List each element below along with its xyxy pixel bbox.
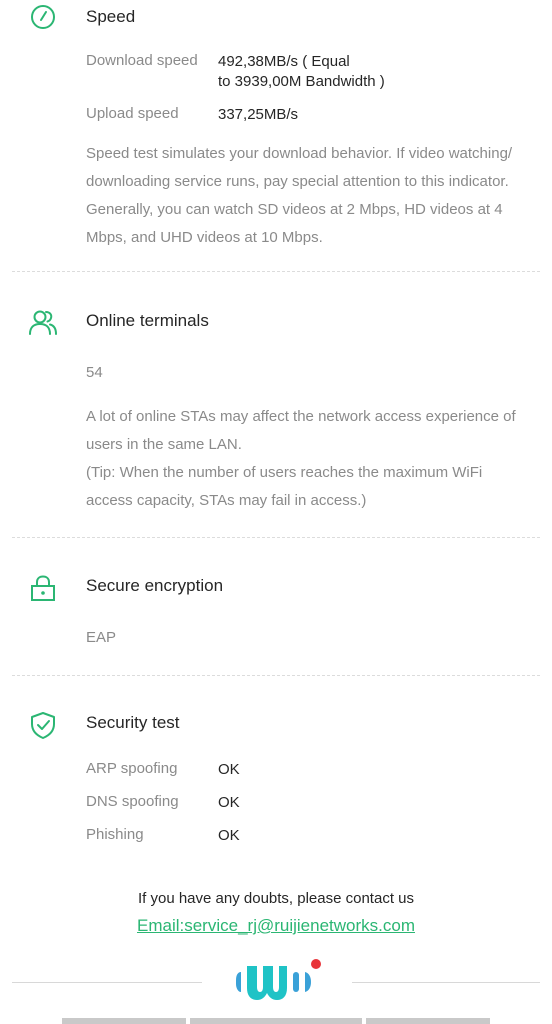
download-speed-value-line2: to 3939,00M Bandwidth )	[218, 73, 385, 90]
encryption-section-header: Secure encryption	[0, 569, 552, 609]
phishing-label: Phishing	[86, 826, 144, 843]
speed-section-header: Speed	[0, 0, 552, 40]
dns-spoofing-value: OK	[218, 794, 240, 811]
encryption-title: Secure encryption	[86, 576, 224, 595]
terminals-description: A lot of online STAs may affect the netw…	[86, 403, 534, 515]
download-speed-label: Download speed	[86, 52, 198, 69]
terminals-desc-line: users in the same LAN.	[86, 436, 242, 453]
speed-desc-line: Mbps, and UHD videos at 10 Mbps.	[86, 229, 323, 246]
footer-divider-right	[352, 982, 540, 983]
contact-text: If you have any doubts, please contact u…	[137, 890, 414, 907]
security-title: Security test	[86, 713, 180, 732]
speed-title: Speed	[86, 7, 136, 26]
section-divider	[12, 675, 540, 676]
section-divider	[12, 271, 540, 272]
terminals-desc-line: A lot of online STAs may affect the netw…	[86, 408, 516, 425]
security-section-header: Security test	[0, 706, 552, 746]
terminals-count: 54	[86, 364, 103, 381]
terminals-desc-line: access capacity, STAs may fail in access…	[86, 492, 367, 509]
bottom-nav-bar-3	[366, 1018, 490, 1024]
shield-check-icon	[31, 712, 55, 739]
terminals-title: Online terminals	[86, 311, 209, 330]
users-icon	[29, 310, 57, 335]
lock-icon	[31, 575, 55, 601]
speed-desc-line: downloading service runs, pay special at…	[86, 173, 509, 190]
footer-divider-left	[12, 982, 202, 983]
dns-spoofing-label: DNS spoofing	[86, 793, 179, 810]
arp-spoofing-value: OK	[218, 761, 240, 778]
arp-spoofing-label: ARP spoofing	[86, 760, 178, 777]
speed-desc-line: Speed test simulates your download behav…	[86, 145, 513, 162]
speed-desc-line: Generally, you can watch SD videos at 2 …	[86, 201, 503, 218]
bottom-nav-bar-1	[62, 1018, 186, 1024]
encryption-value: EAP	[86, 629, 117, 646]
support-email-link[interactable]: Email:service_rj@ruijienetworks.com	[0, 916, 552, 936]
section-divider	[12, 537, 540, 538]
bottom-nav-bar-2	[190, 1018, 362, 1024]
upload-speed-label: Upload speed	[86, 105, 179, 122]
upload-speed-value: 337,25MB/s	[218, 106, 299, 123]
speed-description: Speed test simulates your download behav…	[86, 140, 534, 252]
download-speed-value-line1: 492,38MB/s ( Equal	[218, 53, 350, 70]
terminals-desc-line: (Tip: When the number of users reaches t…	[86, 464, 483, 481]
terminals-section-header: Online terminals	[0, 304, 552, 344]
speedometer-icon	[31, 5, 55, 29]
ruijie-logo	[236, 959, 321, 1000]
phishing-value: OK	[218, 827, 240, 844]
wifi-test-report: Speed Download speed 492,38MB/s ( Equal …	[0, 0, 552, 1024]
